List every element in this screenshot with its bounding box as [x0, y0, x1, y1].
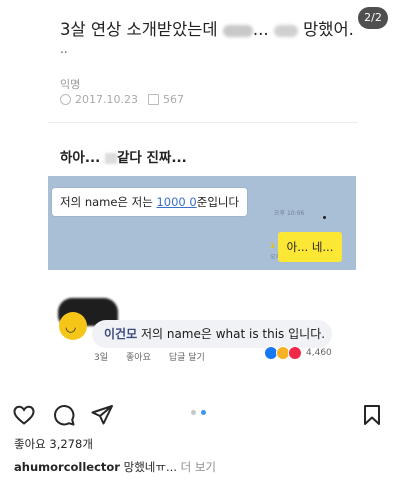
- article-title-start: 3살 연상 소개받았는데: [60, 20, 218, 39]
- comment-reply-action: 답글 달기: [168, 353, 205, 363]
- incoming-message-end: 준입니다: [196, 195, 240, 209]
- caption-username[interactable]: ahumorcollector: [14, 460, 120, 474]
- article-views: 567: [162, 93, 184, 106]
- clock-icon: [60, 94, 71, 105]
- article-author: 익명: [60, 78, 81, 91]
- incoming-message-link: 1000 0: [156, 195, 197, 209]
- article-body-end: 같다 진짜...: [116, 150, 187, 166]
- chat-screenshot: 저의 name은 저는 1000 0준입니다 오후 10:06 1 오후 10:…: [48, 176, 356, 270]
- article-meta: 2017.10.23 567: [60, 93, 184, 106]
- reaction-count: 4,460: [306, 348, 332, 358]
- bookmark-icon[interactable]: [360, 403, 384, 427]
- comment-actions: 3일 좋아요 답글 달기: [94, 350, 205, 363]
- carousel-dot-active[interactable]: [201, 410, 206, 415]
- title-dots: ..: [60, 42, 68, 56]
- incoming-message: 저의 name은 저는 1000 0준입니다: [52, 188, 248, 216]
- article-title: 3살 연상 소개받았는데 ... 망했어.: [60, 18, 360, 42]
- comment-body: 저의 name은 what is this 입니다.: [137, 327, 326, 341]
- article-body: 하아... 같다 진짜...: [60, 146, 187, 166]
- love-reaction-icon: [288, 346, 302, 360]
- read-marker: 1: [270, 242, 275, 250]
- comment-age: 3일: [94, 353, 109, 363]
- carousel-dot[interactable]: [191, 410, 196, 415]
- caption: ahumorcollector 망했네ㅠ... 더 보기: [14, 459, 216, 475]
- comment-text: 이건모 저의 name은 what is this 입니다.: [104, 325, 325, 342]
- likes-count[interactable]: 좋아요 3,278개: [14, 436, 93, 452]
- incoming-time: 오후 10:06: [274, 210, 305, 217]
- comment-icon[interactable]: [52, 403, 76, 427]
- heart-icon[interactable]: [12, 403, 36, 427]
- comment-author: 이건모: [104, 327, 138, 341]
- avatar: ◡: [59, 312, 87, 340]
- send-icon[interactable]: [90, 403, 114, 427]
- caption-more-link[interactable]: 더 보기: [177, 460, 216, 474]
- page-indicator: 2/2: [358, 7, 388, 29]
- caption-text: 망했네ㅠ...: [119, 460, 177, 474]
- comment-like-action: 좋아요: [126, 353, 151, 363]
- dot: [323, 216, 326, 219]
- incoming-message-text: 저의 name은 저는: [60, 195, 157, 209]
- blurred-text: [273, 24, 298, 37]
- article-title-mid: ...: [252, 20, 269, 39]
- views-icon: [147, 94, 159, 105]
- blurred-text: [104, 152, 117, 164]
- article-title-end: 망했어.: [303, 20, 354, 39]
- outgoing-message: 아... 네...: [278, 232, 342, 262]
- post-image[interactable]: 2/2 3살 연상 소개받았는데 ... 망했어. .. 익명 2017.10.…: [0, 0, 400, 395]
- divider: [48, 122, 358, 123]
- reactions: 4,460: [264, 346, 332, 360]
- article-body-start: 하아...: [60, 150, 101, 166]
- article-date: 2017.10.23: [75, 93, 138, 106]
- carousel-dots: [191, 410, 206, 415]
- blurred-text: [222, 24, 253, 37]
- emoji-face-icon: ◡: [65, 320, 77, 335]
